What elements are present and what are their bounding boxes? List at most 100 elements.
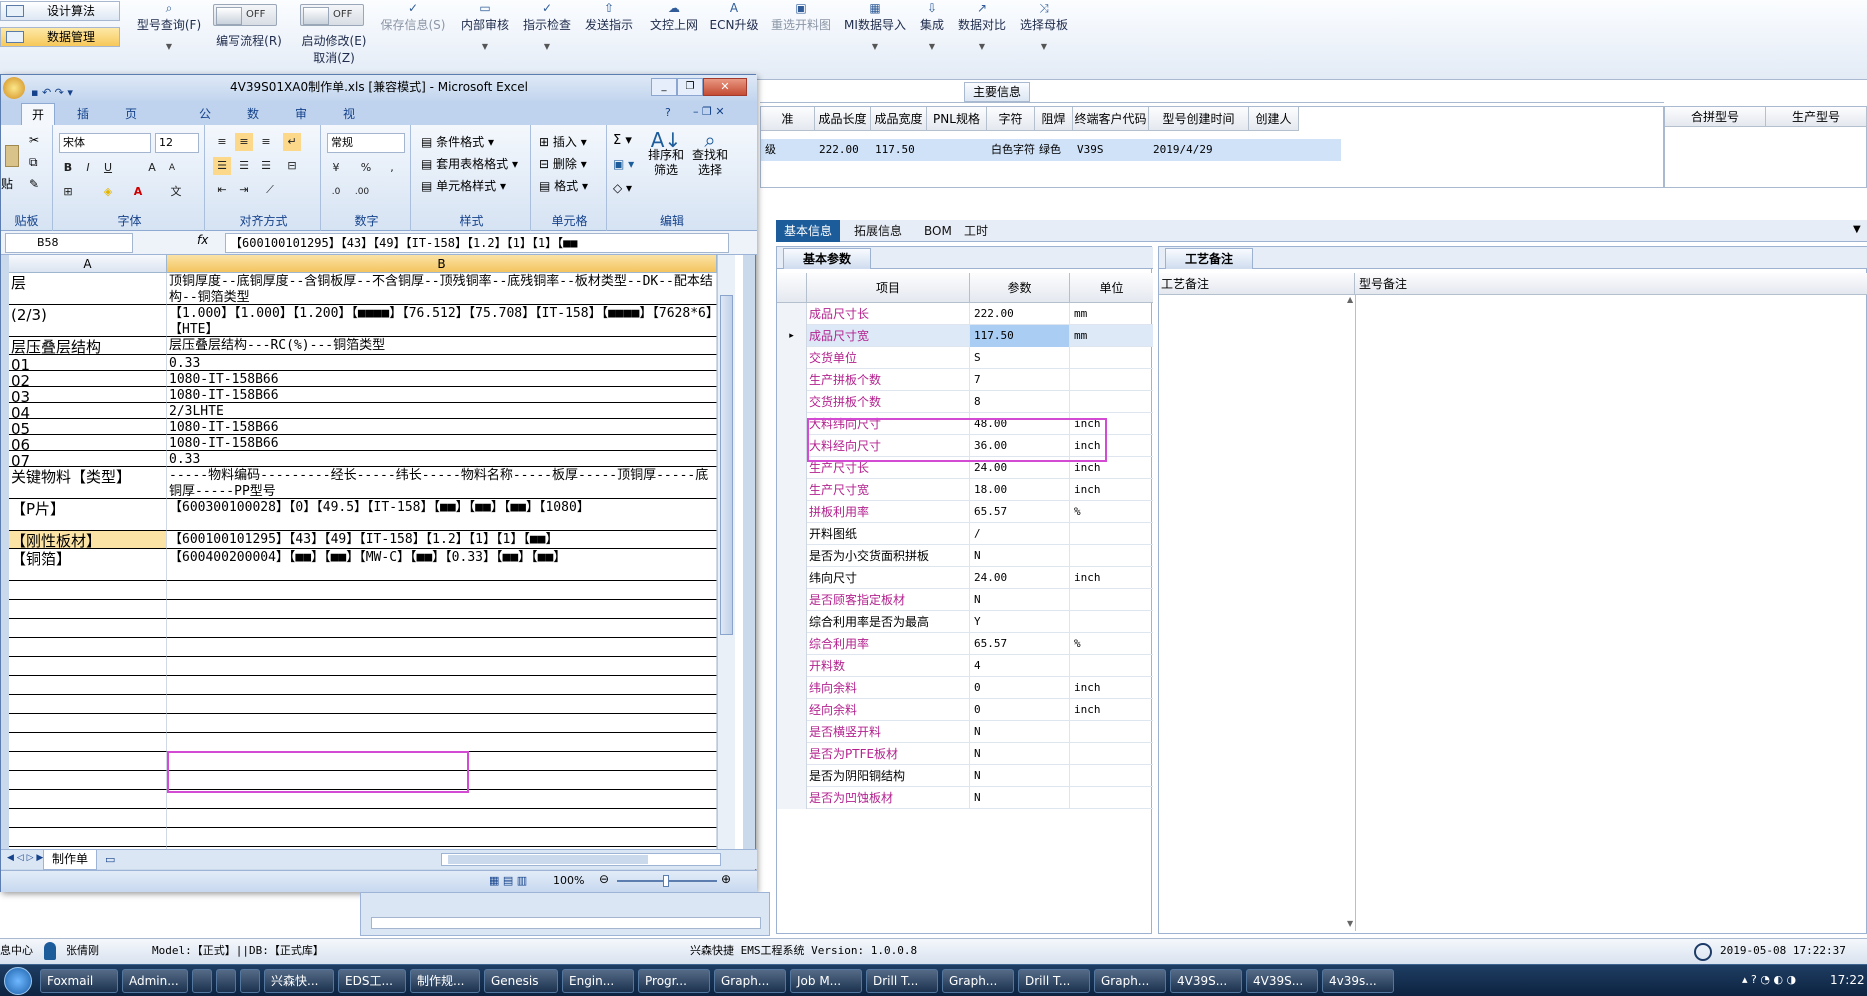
param-row[interactable]: ▸ 成品尺寸宽 117.50 mm (777, 325, 1153, 347)
empty-cell-b[interactable] (167, 809, 717, 828)
param-row[interactable]: 是否为小交货面积拼板 N (777, 545, 1153, 567)
param-value[interactable]: N (970, 787, 1070, 809)
column-header-b[interactable]: B (167, 255, 717, 273)
empty-cell-a[interactable] (9, 752, 167, 771)
tray-icons[interactable]: ▴ ? ◔ ◐ ◑ (1742, 973, 1796, 986)
empty-cell-b[interactable] (167, 600, 717, 619)
param-row[interactable]: 交货拼板个数 8 (777, 391, 1153, 413)
taskbar-item[interactable]: Job M... (790, 969, 862, 993)
insert-sheet-icon[interactable]: ▭ (105, 853, 115, 866)
increase-indent-icon[interactable]: ⇥ (235, 181, 253, 199)
zoom-in-icon[interactable]: ⊕ (721, 872, 731, 886)
taskbar-item[interactable]: 4V39S... (1170, 969, 1242, 993)
taskbar-item[interactable]: 4v39s... (1322, 969, 1394, 993)
empty-cell-a[interactable] (9, 581, 167, 600)
cell-b[interactable]: 1080-IT-158B66 (167, 435, 717, 451)
empty-cell-b[interactable] (167, 714, 717, 733)
cell-b[interactable]: 【1.000】【1.000】【1.200】【■■■■】【76.512】【75.7… (167, 305, 717, 337)
cell-b[interactable]: 1080-IT-158B66 (167, 387, 717, 403)
param-value[interactable]: N (970, 545, 1070, 567)
cell-b[interactable]: 【600300100028】【0】【49.5】【IT-158】【■■】【■■】【… (167, 499, 717, 531)
empty-cell-a[interactable] (9, 714, 167, 733)
comma-icon[interactable]: , (383, 159, 401, 177)
cell-a[interactable]: 06 (9, 435, 167, 451)
cell-a[interactable]: 07 (9, 451, 167, 467)
sort-filter-button[interactable]: A↓ 排序和 筛选 (645, 130, 687, 178)
taskbar-item[interactable]: EDS工... (338, 969, 406, 993)
param-value[interactable]: 65.57 (970, 501, 1070, 523)
param-value[interactable]: 24.00 (970, 567, 1070, 589)
param-value[interactable]: 4 (970, 655, 1070, 677)
view-mode-icons[interactable]: ▦ ▤ ▥ (489, 874, 527, 887)
align-left-icon[interactable]: ☰ (213, 157, 231, 175)
param-row[interactable]: 纬向余料 0 inch (777, 677, 1153, 699)
taskbar-clock[interactable]: 17:22 (1830, 973, 1865, 987)
align-center-icon[interactable]: ☰ (235, 157, 253, 175)
param-row[interactable]: 交货单位 S (777, 347, 1153, 369)
excel-tab[interactable]: 审阅 (285, 103, 317, 143)
zoom-out-icon[interactable]: ⊖ (599, 872, 609, 886)
taskbar-item[interactable]: Progr... (638, 969, 710, 993)
param-row[interactable]: 综合利用率 65.57% (777, 633, 1153, 655)
decrease-decimal-icon[interactable]: .00 (353, 183, 371, 201)
param-row[interactable]: 是否为凹蚀板材 N (777, 787, 1153, 809)
empty-cell-b[interactable] (167, 676, 717, 695)
taskbar-item[interactable]: Admin... (122, 969, 188, 993)
cell-a[interactable]: 02 (9, 371, 167, 387)
param-row[interactable]: 开料数 4 (777, 655, 1153, 677)
excel-tab[interactable]: 公式 (189, 103, 221, 143)
save-info-button[interactable]: ✓ 保存信息(S) (376, 0, 450, 76)
align-middle-icon[interactable]: ≡ (235, 133, 253, 151)
param-row[interactable]: 生产尺寸宽 18.00 inch (777, 479, 1153, 501)
cell-b[interactable]: 2/3LHTE (167, 403, 717, 419)
param-value[interactable]: N (970, 765, 1070, 787)
param-value[interactable]: 7 (970, 369, 1070, 391)
align-top-icon[interactable]: ≡ (213, 133, 231, 151)
excel-tab[interactable]: 数据 (237, 103, 269, 143)
param-value[interactable]: 222.00 (970, 303, 1070, 325)
taskbar-item[interactable]: Drill T... (866, 969, 938, 993)
cell-b[interactable]: 层压叠层结构---RC(%)---铜箔类型 (167, 337, 717, 355)
cell-a[interactable]: 05 (9, 419, 167, 435)
shrink-font-icon[interactable]: A (163, 159, 181, 177)
empty-cell-a[interactable] (9, 771, 167, 790)
param-value[interactable]: 18.00 (970, 479, 1070, 501)
minimize-icon[interactable]: _ (651, 78, 677, 96)
currency-icon[interactable]: ¥ (327, 159, 345, 177)
cell-a[interactable]: 【刚性板材】 (9, 531, 167, 549)
param-value[interactable]: N (970, 589, 1070, 611)
underline-icon[interactable]: U (99, 159, 117, 177)
taskbar-item[interactable]: Drill T... (1018, 969, 1090, 993)
param-value[interactable]: 0 (970, 699, 1070, 721)
cell-style-button[interactable]: ▤ 单元格样式 ▾ (421, 177, 506, 194)
param-value[interactable]: 117.50 (970, 325, 1070, 347)
empty-cell-a[interactable] (9, 638, 167, 657)
percent-icon[interactable]: % (357, 159, 375, 177)
inner-window-controls[interactable]: – ❐ ✕ (693, 105, 725, 118)
internal-review-button[interactable]: ▭ 内部审核 ▼ (456, 0, 514, 76)
align-right-icon[interactable]: ☰ (257, 157, 275, 175)
taskbar-item[interactable] (192, 969, 212, 993)
taskbar-item[interactable]: Graph... (942, 969, 1014, 993)
cell-a[interactable]: 【铜箔】 (9, 549, 167, 581)
data-compare-button[interactable]: ↗ 数据对比 ▼ (954, 0, 1010, 76)
cell-a[interactable]: 层压叠层结构 (9, 337, 167, 355)
horizontal-scroll-thumb[interactable] (448, 855, 648, 864)
conditional-format-button[interactable]: ▤ 条件格式 ▾ (421, 133, 494, 150)
taskbar-item[interactable]: Graph... (1094, 969, 1166, 993)
cell-b[interactable]: 1080-IT-158B66 (167, 419, 717, 435)
zoom-slider-handle[interactable] (663, 875, 669, 887)
taskbar-item[interactable]: Engin... (562, 969, 634, 993)
fill-color-icon[interactable]: ◈ (99, 183, 117, 201)
empty-cell-b[interactable] (167, 657, 717, 676)
vertical-scroll-thumb[interactable] (720, 295, 733, 635)
empty-cell-a[interactable] (9, 695, 167, 714)
param-row[interactable]: 开料图纸 / (777, 523, 1153, 545)
param-row[interactable]: 纬向尺寸 24.00 inch (777, 567, 1153, 589)
empty-cell-b[interactable] (167, 733, 717, 752)
param-value[interactable]: 65.57 (970, 633, 1070, 655)
cell-a[interactable]: 01 (9, 355, 167, 371)
empty-cell-a[interactable] (9, 790, 167, 809)
orientation-icon[interactable]: ⟋ (261, 181, 279, 199)
scroll-down-icon[interactable]: ▼ (1347, 919, 1353, 928)
